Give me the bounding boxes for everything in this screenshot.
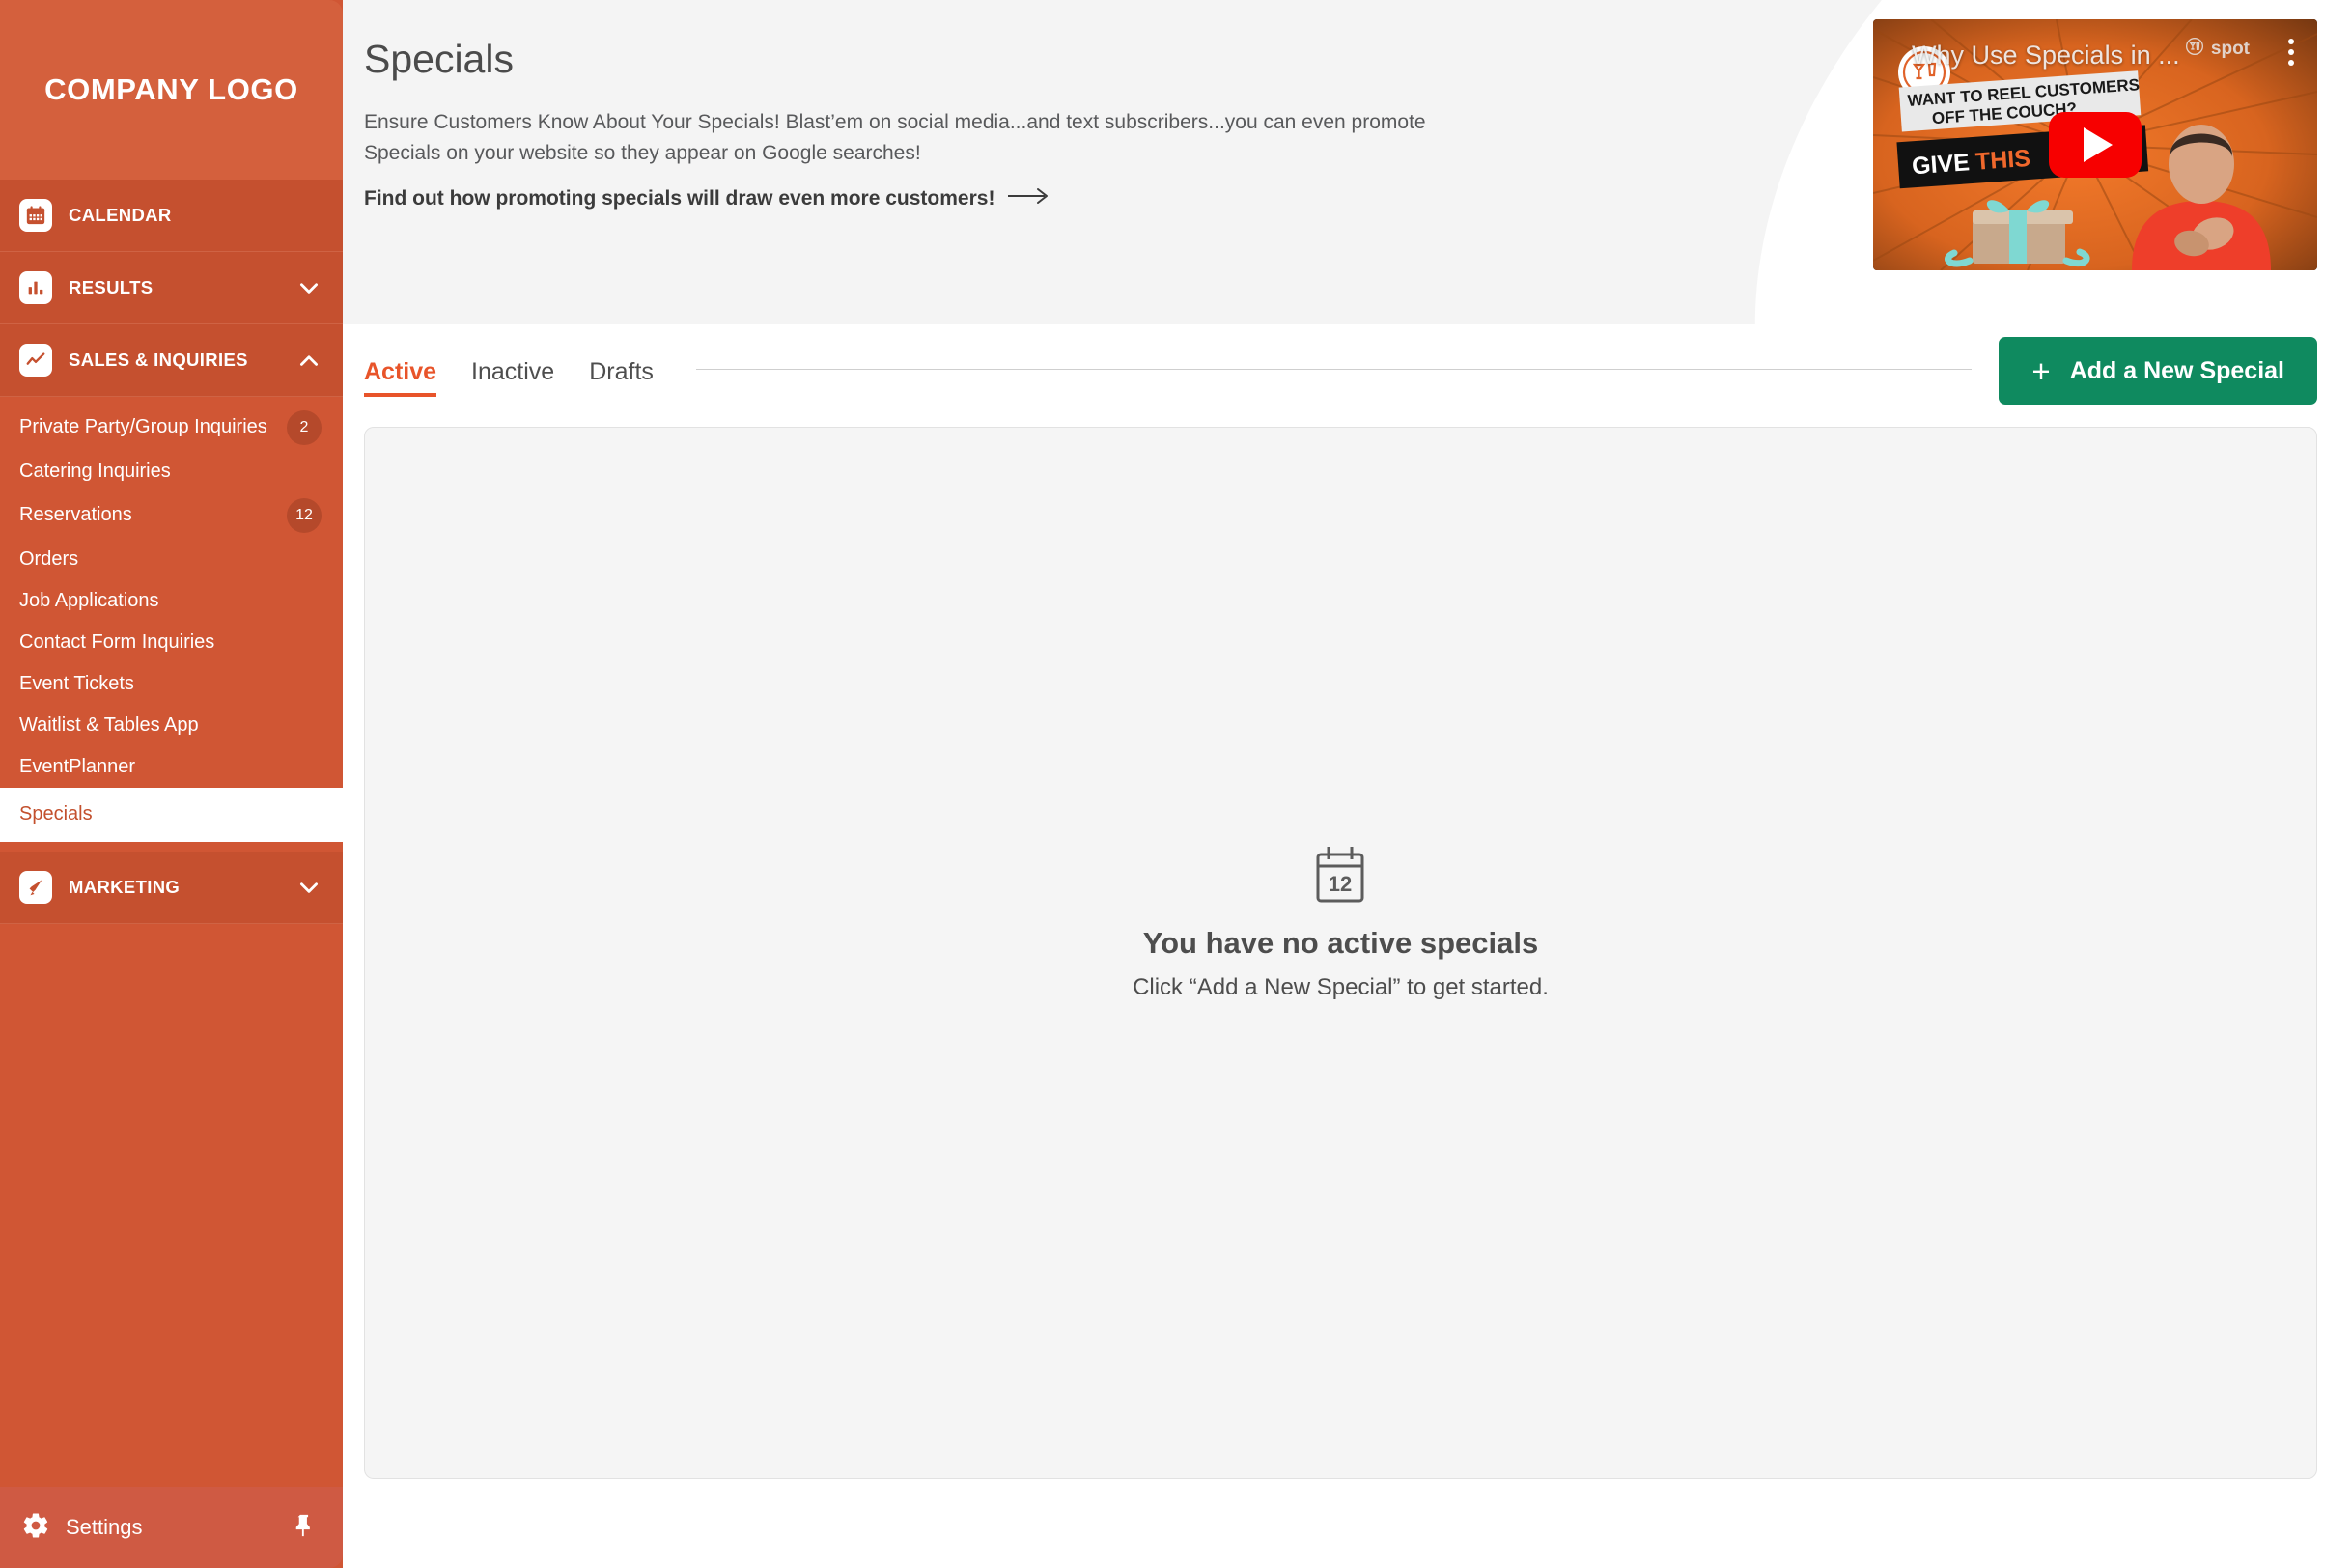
empty-state-title: You have no active specials [1142, 926, 1539, 960]
calendar-12-icon: 12 [1133, 845, 1549, 905]
sidebar-item-results[interactable]: RESULTS [0, 252, 343, 324]
plus-icon: + [2031, 352, 2051, 389]
calendar-icon [19, 199, 52, 232]
sidebar-settings-label: Settings [66, 1515, 143, 1539]
promote-specials-link-label: Find out how promoting specials will dra… [364, 187, 995, 210]
tab-list: Active Inactive Drafts [364, 358, 654, 397]
sidebar-item-waitlist-tables-app-label: Waitlist & Tables App [19, 714, 199, 736]
tab-drafts[interactable]: Drafts [589, 358, 654, 394]
empty-state-subtitle: Click “Add a New Special” to get started… [1133, 974, 1549, 1000]
promo-video-thumbnail[interactable]: WANT TO REEL CUSTOMERS OFF THE COUCH? GI… [1873, 19, 2317, 270]
sidebar-item-job-applications-label: Job Applications [19, 589, 159, 611]
sidebar-item-calendar-label: CALENDAR [69, 205, 172, 225]
sidebar-item-orders-label: Orders [19, 547, 79, 570]
sidebar-item-catering-inquiries-label: Catering Inquiries [19, 460, 171, 482]
line-chart-icon [19, 344, 52, 377]
svg-text:THIS: THIS [1974, 145, 2031, 176]
bar-chart-icon [19, 271, 52, 304]
sidebar-item-catering-inquiries[interactable]: Catering Inquiries [0, 451, 343, 492]
youtube-play-icon[interactable] [2049, 112, 2142, 178]
status-badge: 12 [287, 498, 322, 533]
sidebar-item-contact-form-inquiries[interactable]: Contact Form Inquiries [0, 622, 343, 663]
sidebar: COMPANY LOGO CALENDAR RESULTS SALES & IN… [0, 0, 343, 1568]
sidebar-item-reservations[interactable]: Reservations 12 [0, 492, 343, 539]
sidebar-item-sales-inquiries[interactable]: SALES & INQUIRIES [0, 324, 343, 397]
empty-state: 12 You have no active specials Click “Ad… [1133, 845, 1549, 1001]
tab-divider [695, 368, 1973, 370]
sidebar-item-results-label: RESULTS [69, 277, 154, 297]
sidebar-spacer [0, 1205, 343, 1487]
sidebar-item-specials[interactable]: Specials [0, 788, 343, 842]
video-brand-label: spot [2210, 38, 2250, 59]
sidebar-item-marketing-label: MARKETING [69, 877, 181, 897]
status-badge: 2 [287, 410, 322, 445]
sidebar-settings[interactable]: Settings [0, 1487, 343, 1568]
pin-icon[interactable] [291, 1512, 318, 1544]
gear-icon [21, 1511, 50, 1545]
video-brand: spot [2185, 37, 2250, 61]
tab-inactive[interactable]: Inactive [471, 358, 554, 394]
sidebar-item-job-applications[interactable]: Job Applications [0, 580, 343, 622]
main-content: Specials Ensure Customers Know About You… [343, 0, 2352, 1568]
arrow-right-icon [1007, 187, 1050, 210]
sidebar-item-event-tickets[interactable]: Event Tickets [0, 663, 343, 705]
sidebar-item-marketing[interactable]: MARKETING [0, 852, 343, 924]
tab-active[interactable]: Active [364, 358, 437, 397]
sidebar-item-event-tickets-label: Event Tickets [19, 672, 134, 694]
sidebar-item-private-party[interactable]: Private Party/Group Inquiries 2 [0, 405, 343, 451]
app-root: COMPANY LOGO CALENDAR RESULTS SALES & IN… [0, 0, 2352, 1568]
sidebar-item-orders[interactable]: Orders [0, 539, 343, 580]
svg-text:GIVE: GIVE [1911, 149, 1971, 180]
sidebar-item-eventplanner[interactable]: EventPlanner [0, 746, 343, 788]
sidebar-nav: CALENDAR RESULTS SALES & INQUIRIES Priva… [0, 180, 343, 1206]
sidebar-item-sales-inquiries-label: SALES & INQUIRIES [69, 350, 248, 370]
page-description: Ensure Customers Know About Your Special… [364, 111, 1426, 164]
sidebar-item-specials-label: Specials [19, 803, 93, 826]
tab-bar: Active Inactive Drafts + Add a New Speci… [343, 324, 2352, 427]
megaphone-icon [19, 871, 52, 904]
promote-specials-link[interactable]: Find out how promoting specials will dra… [364, 187, 1050, 210]
sidebar-item-contact-form-inquiries-label: Contact Form Inquiries [19, 630, 215, 653]
chevron-down-icon[interactable] [296, 275, 322, 300]
chevron-down-icon[interactable] [296, 875, 322, 900]
sidebar-item-calendar[interactable]: CALENDAR [0, 180, 343, 252]
specials-list-panel: 12 You have no active specials Click “Ad… [364, 427, 2317, 1479]
sidebar-item-waitlist-tables-app[interactable]: Waitlist & Tables App [0, 705, 343, 746]
sidebar-item-eventplanner-label: EventPlanner [19, 755, 136, 777]
company-logo-text: COMPANY LOGO [44, 72, 298, 106]
sidebar-item-private-party-label: Private Party/Group Inquiries [19, 416, 267, 438]
sidebar-item-reservations-label: Reservations [19, 504, 132, 526]
cocktail-glasses-icon [2185, 37, 2204, 61]
chevron-up-icon[interactable] [296, 348, 322, 373]
sales-inquiries-submenu: Private Party/Group Inquiries 2 Catering… [0, 397, 343, 852]
page-header: Specials Ensure Customers Know About You… [343, 0, 2352, 324]
svg-text:12: 12 [1329, 872, 1352, 896]
company-logo[interactable]: COMPANY LOGO [0, 0, 343, 180]
add-new-special-button[interactable]: + Add a New Special [1999, 337, 2317, 405]
kebab-menu-icon[interactable] [2288, 39, 2294, 66]
add-new-special-button-label: Add a New Special [2069, 356, 2284, 384]
video-title: Why Use Specials in ... [1912, 41, 2180, 70]
